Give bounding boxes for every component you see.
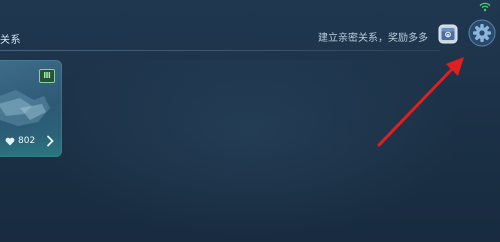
relationship-hint-text: 建立亲密关系，奖励多多: [318, 33, 428, 44]
relationship-card[interactable]: Ⅲ 802: [0, 60, 62, 157]
settings-button[interactable]: [468, 19, 496, 47]
gear-icon: [468, 19, 496, 47]
chevron-right-icon[interactable]: [46, 135, 54, 147]
level-badge: Ⅲ: [39, 69, 55, 83]
intimacy-value: 802: [18, 136, 36, 146]
heart-icon: [5, 137, 15, 145]
background-glow: [40, 60, 460, 240]
reward-button[interactable]: [436, 22, 460, 46]
wifi-icon: [479, 2, 491, 12]
intimacy-display: 802: [5, 136, 35, 146]
annotation-arrow: [377, 57, 464, 147]
handshake-icon: [0, 90, 50, 126]
reward-chest-icon: [438, 24, 458, 44]
page-title: 关系: [0, 35, 21, 46]
header-divider: [0, 50, 440, 51]
